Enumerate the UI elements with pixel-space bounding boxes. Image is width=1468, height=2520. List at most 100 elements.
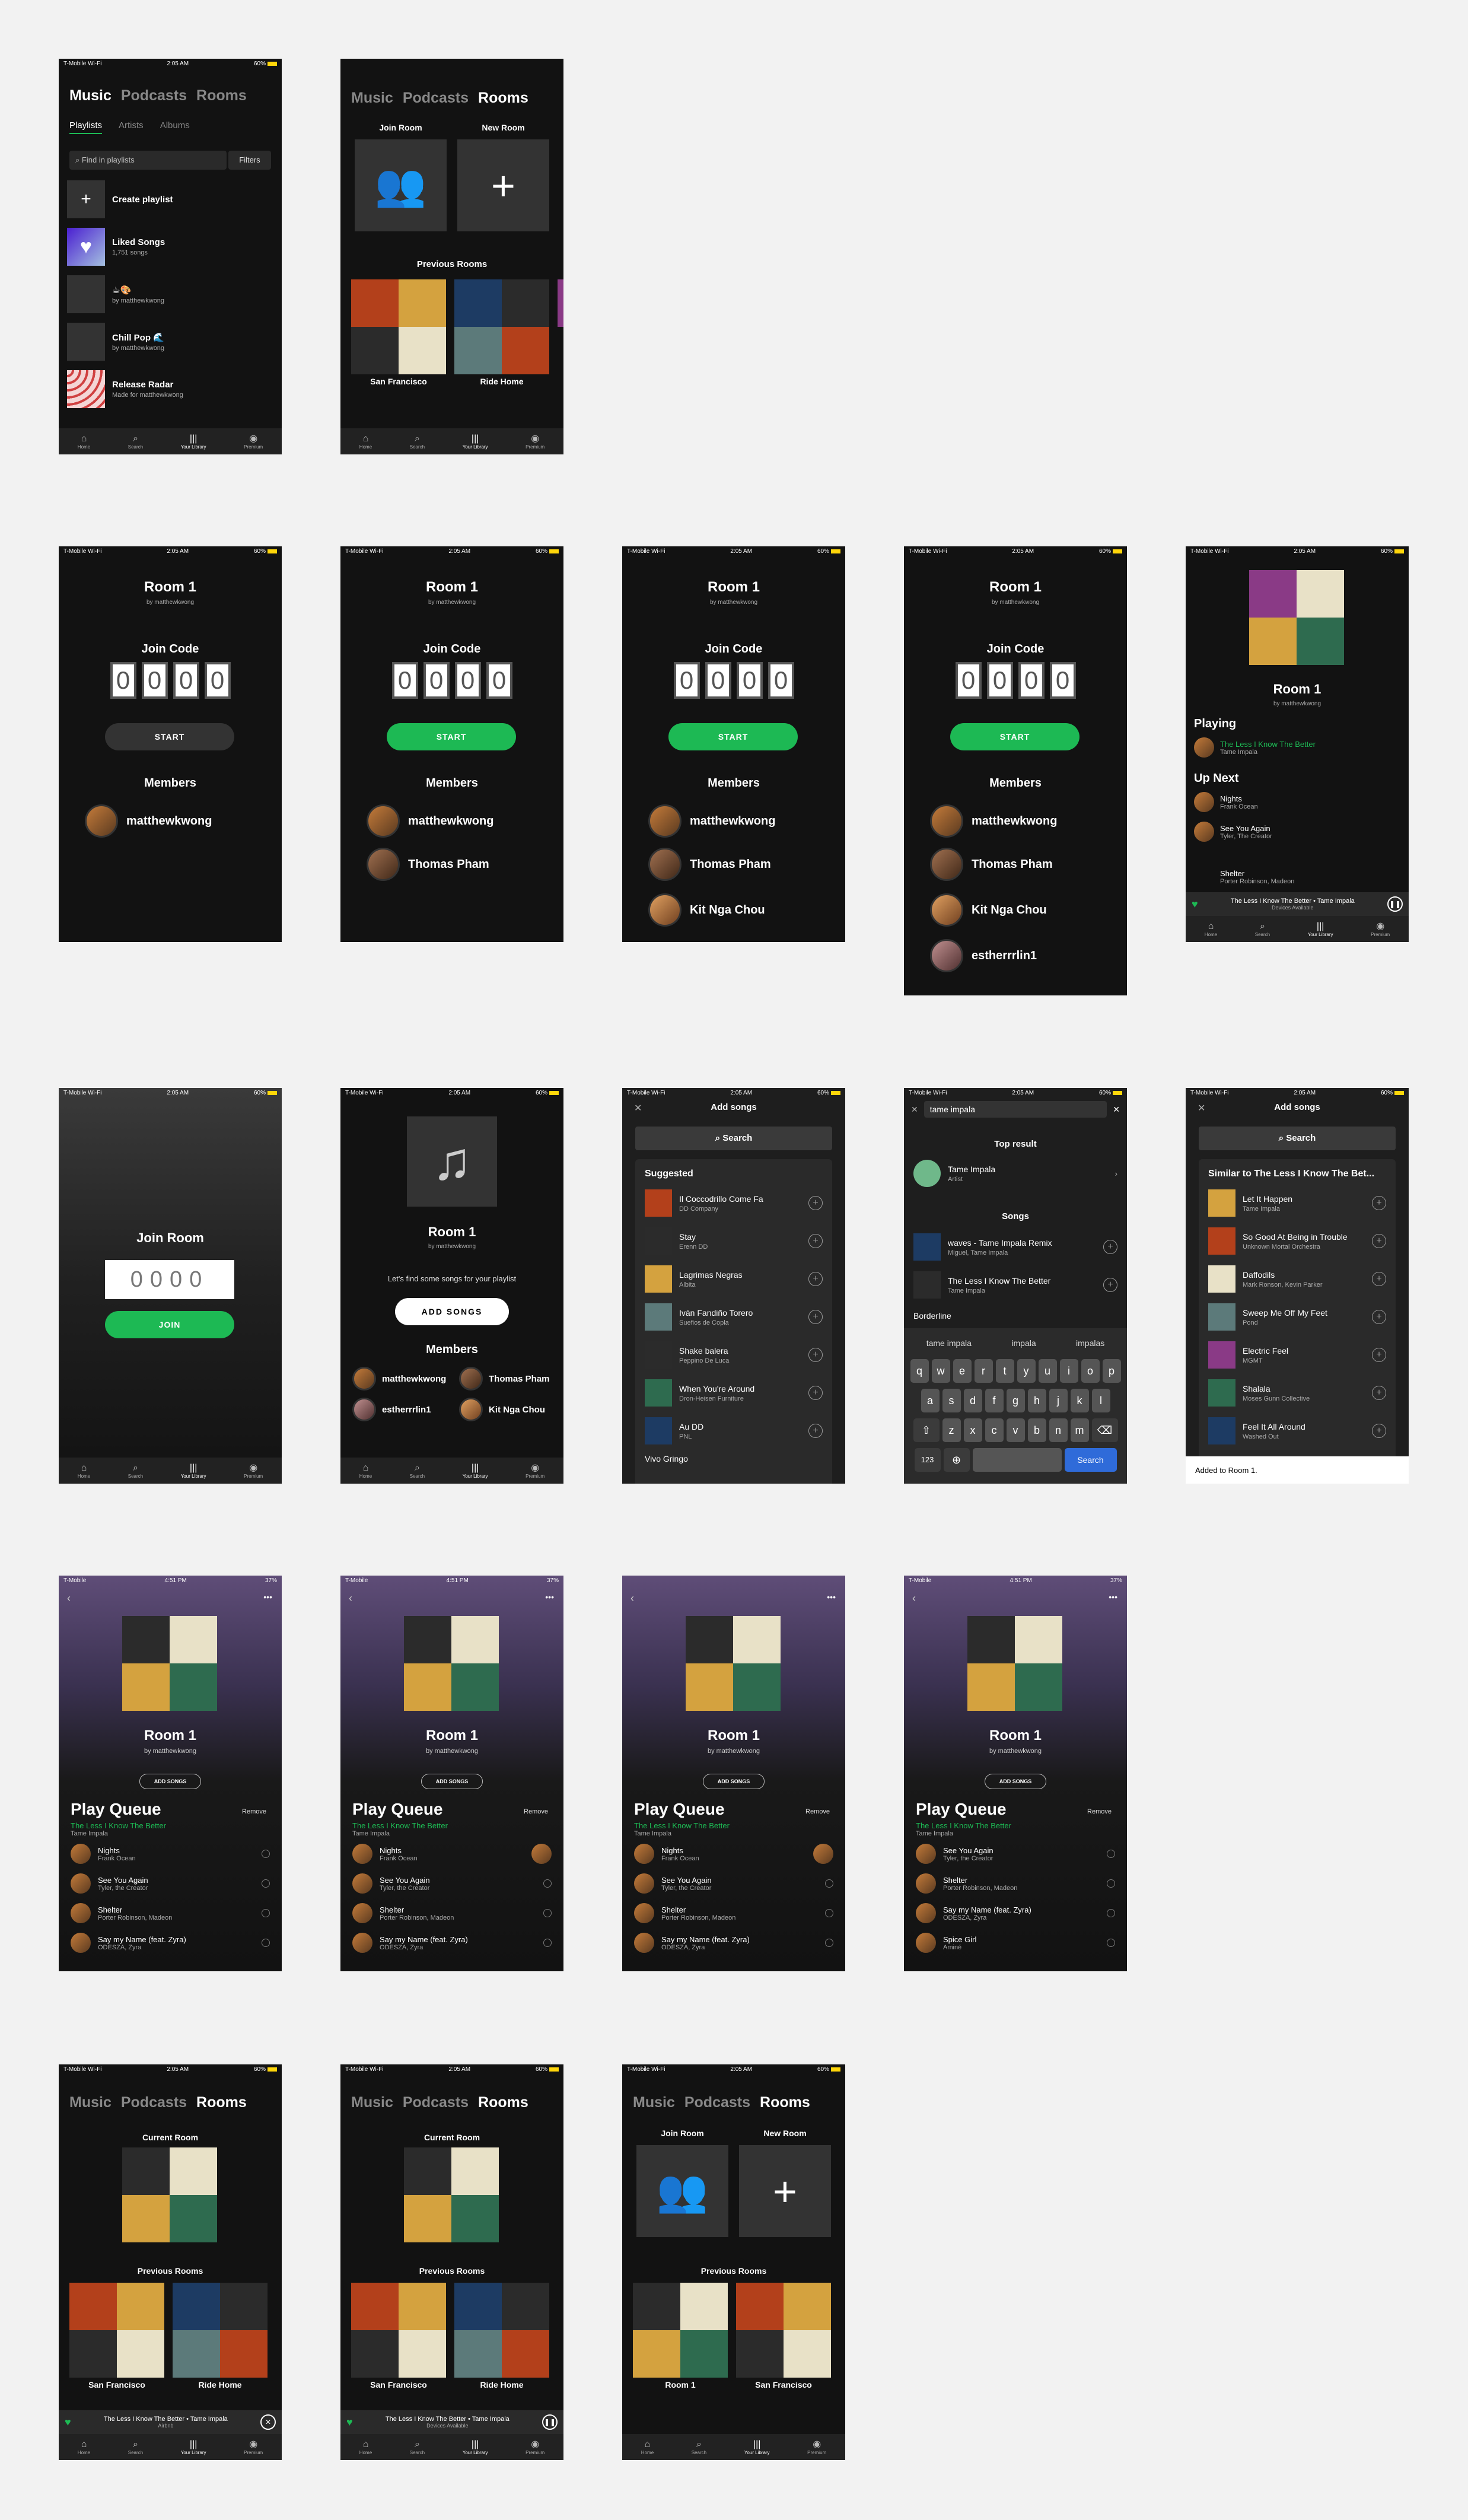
tab-podcasts[interactable]: Podcasts	[121, 2094, 187, 2111]
queue-item[interactable]: Spice Girl Aminé	[916, 1933, 1115, 1953]
queue-item[interactable]: Shelter Porter Robinson, Madeon	[1194, 867, 1294, 887]
select-radio[interactable]	[262, 1939, 270, 1947]
tab-library[interactable]: ||| Your Library	[181, 2439, 206, 2455]
queue-item[interactable]: Shelter Porter Robinson, Madeon	[71, 1903, 270, 1923]
tab-premium[interactable]: ◉ Premium	[1371, 921, 1390, 937]
create-playlist-item[interactable]: + Create playlist	[67, 180, 173, 218]
room-card-ride-home[interactable]: Ride Home	[454, 279, 549, 386]
select-radio[interactable]	[543, 1879, 552, 1888]
tab-premium[interactable]: ◉ Premium	[807, 2439, 826, 2455]
join-room-tile[interactable]: Join Room 👥	[355, 123, 447, 231]
close-icon[interactable]: ✕	[911, 1105, 918, 1115]
queue-item[interactable]: See You Again Tyler, The Creator	[1194, 822, 1272, 842]
join-code-input[interactable]: 0000	[105, 1260, 234, 1299]
tab-home[interactable]: ⌂ Home	[359, 2439, 372, 2455]
tab-podcasts[interactable]: Podcasts	[403, 2094, 469, 2111]
select-radio[interactable]	[825, 1879, 833, 1888]
playlist-release-radar[interactable]: Release Radar Made for matthewkwong	[67, 370, 183, 408]
tab-home[interactable]: ⌂ Home	[359, 434, 372, 450]
queue-item[interactable]: Say my Name (feat. Zyra) ODESZA, Zyra	[916, 1903, 1115, 1923]
tab-search[interactable]: ⌕ Search	[1255, 921, 1270, 937]
select-radio[interactable]	[543, 1909, 552, 1917]
add-icon[interactable]: +	[808, 1272, 823, 1286]
select-radio[interactable]	[1107, 1850, 1115, 1858]
tab-search[interactable]: ⌕ Search	[128, 434, 143, 450]
add-icon[interactable]: +	[1372, 1310, 1386, 1324]
playlist-liked-songs[interactable]: ♥ Liked Songs 1,751 songs	[67, 228, 165, 266]
remove-button[interactable]: Remove	[1087, 1808, 1112, 1815]
queue-item[interactable]: Say my Name (feat. Zyra) ODESZA, Zyra	[71, 1933, 270, 1953]
heart-icon[interactable]: ♥	[346, 2416, 353, 2429]
room-card-sf[interactable]: San Francisco	[351, 279, 446, 386]
select-radio[interactable]	[543, 1939, 552, 1947]
playlist-chill-pop[interactable]: Chill Pop 🌊 by matthewkwong	[67, 323, 164, 361]
tab-podcasts[interactable]: Podcasts	[121, 87, 187, 104]
tab-home[interactable]: ⌂ Home	[78, 434, 90, 450]
tab-rooms[interactable]: Rooms	[478, 2094, 528, 2111]
room-card-sf[interactable]: San Francisco	[351, 2283, 446, 2389]
start-button[interactable]: START	[668, 723, 798, 750]
tab-home[interactable]: ⌂ Home	[1205, 921, 1217, 937]
tab-search[interactable]: ⌕ Search	[128, 1463, 143, 1479]
tab-music[interactable]: Music	[69, 87, 112, 104]
start-button[interactable]: START	[950, 723, 1079, 750]
queue-item[interactable]: Nights Frank Ocean	[352, 1844, 552, 1864]
room-card-sf[interactable]: San Francisco	[736, 2283, 831, 2389]
add-icon[interactable]: +	[1372, 1424, 1386, 1438]
remove-button[interactable]: Remove	[524, 1808, 548, 1815]
tab-podcasts[interactable]: Podcasts	[684, 2094, 750, 2111]
add-icon[interactable]: +	[808, 1234, 823, 1248]
add-icon[interactable]: +	[808, 1386, 823, 1400]
tab-library[interactable]: ||| Your Library	[463, 2439, 488, 2455]
add-songs-button[interactable]: ADD SONGS	[985, 1774, 1046, 1789]
now-playing-item[interactable]: The Less I Know The Better Tame Impala	[1194, 737, 1316, 758]
queue-item[interactable]: Shelter Porter Robinson, Madeon	[352, 1903, 552, 1923]
tab-rooms[interactable]: Rooms	[760, 2094, 810, 2111]
tab-music[interactable]: Music	[351, 90, 393, 107]
back-icon[interactable]: ‹	[67, 1592, 71, 1605]
top-result-row[interactable]: Tame Impala Artist ›	[904, 1154, 1127, 1192]
tab-podcasts[interactable]: Podcasts	[403, 90, 469, 107]
add-icon[interactable]: +	[1103, 1240, 1117, 1254]
tab-search[interactable]: ⌕ Search	[410, 434, 425, 450]
add-icon[interactable]: +	[1372, 1386, 1386, 1400]
tab-library[interactable]: ||| Your Library	[181, 1463, 206, 1479]
queue-item[interactable]: See You Again Tyler, the Creator	[352, 1873, 552, 1894]
join-room-tile[interactable]: Join Room 👥	[636, 2128, 728, 2237]
tab-library[interactable]: ||| Your Library	[463, 434, 488, 450]
queue-item[interactable]: See You Again Tyler, the Creator	[634, 1873, 833, 1894]
add-icon[interactable]: +	[1372, 1196, 1386, 1210]
room-card-ride-home[interactable]: Ride Home	[173, 2283, 268, 2389]
heart-icon[interactable]: ♥	[1192, 898, 1198, 911]
tab-home[interactable]: ⌂ Home	[78, 2439, 90, 2455]
close-icon[interactable]: ✕	[260, 2414, 276, 2430]
queue-item-now[interactable]: The Less I Know The Better Tame Impala	[634, 1821, 833, 1837]
add-songs-button[interactable]: ADD SONGS	[703, 1774, 765, 1789]
add-icon[interactable]: +	[1103, 1278, 1117, 1292]
tab-home[interactable]: ⌂ Home	[78, 1463, 90, 1479]
remove-button[interactable]: Remove	[805, 1808, 830, 1815]
pause-icon[interactable]: ❚❚	[1387, 896, 1403, 912]
add-icon[interactable]: +	[808, 1424, 823, 1438]
tab-music[interactable]: Music	[351, 2094, 393, 2111]
new-room-tile[interactable]: New Room +	[457, 123, 549, 231]
back-icon[interactable]: ‹	[349, 1592, 352, 1605]
search-button[interactable]: ⌕ Search	[635, 1127, 832, 1150]
select-radio[interactable]	[1107, 1909, 1115, 1917]
current-room-cover[interactable]	[122, 2147, 217, 2242]
tab-premium[interactable]: ◉ Premium	[244, 1463, 263, 1479]
add-icon[interactable]: +	[1372, 1348, 1386, 1362]
select-radio[interactable]	[262, 1850, 270, 1858]
select-radio[interactable]	[262, 1909, 270, 1917]
tab-library[interactable]: ||| Your Library	[463, 1463, 488, 1479]
room-card-partial[interactable]	[558, 279, 563, 386]
queue-item[interactable]: Nights Frank Ocean	[1194, 792, 1258, 812]
current-room-cover[interactable]	[404, 2147, 499, 2242]
more-icon[interactable]: •••	[545, 1592, 554, 1602]
queue-item[interactable]: Shelter Porter Robinson, Madeon	[916, 1873, 1115, 1894]
more-icon[interactable]: •••	[827, 1592, 836, 1602]
mini-player[interactable]: ♥ The Less I Know The Better • Tame Impal…	[59, 2410, 282, 2434]
tab-music[interactable]: Music	[69, 2094, 112, 2111]
back-icon[interactable]: ‹	[912, 1592, 916, 1605]
add-icon[interactable]: +	[1372, 1234, 1386, 1248]
